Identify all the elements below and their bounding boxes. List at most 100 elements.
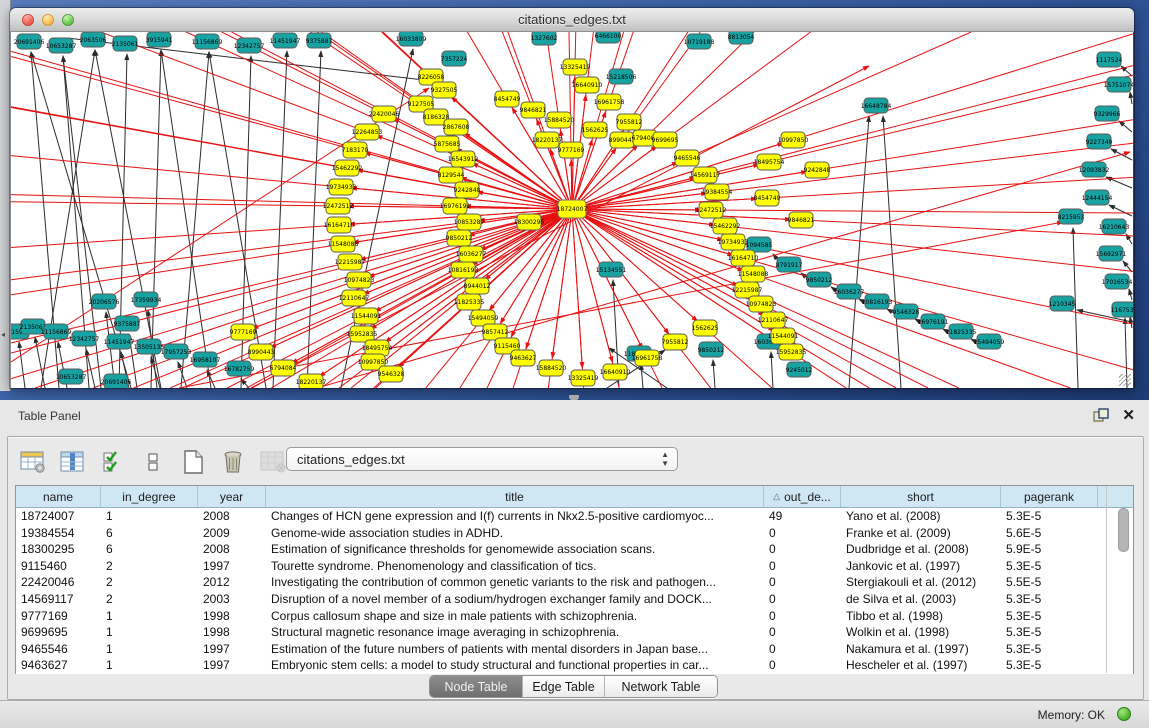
network-node[interactable]: 8813054 (728, 32, 755, 44)
row-height-button[interactable] (138, 447, 168, 477)
table-row[interactable]: 1872400712008Changes of HCN gene express… (16, 508, 1133, 525)
float-window-icon[interactable] (1093, 408, 1109, 422)
network-node[interactable]: 11156869 (41, 324, 72, 339)
network-node[interactable]: 10974823 (746, 296, 777, 312)
network-node[interactable]: 13325419 (560, 59, 591, 75)
table-row[interactable]: 1938455462009Genome-wide association stu… (16, 525, 1133, 542)
network-node[interactable]: 5875685 (434, 136, 461, 152)
citation-network-graph[interactable]: 2069140610653287206350621350613915941111… (11, 32, 1133, 388)
network-node[interactable]: 12444154 (1082, 190, 1113, 205)
network-node[interactable]: 18495754 (754, 154, 785, 170)
column-header-out_de[interactable]: △out_de... (764, 486, 841, 507)
network-node[interactable]: 16640910 (572, 77, 603, 93)
network-node[interactable]: 1327602 (531, 32, 558, 45)
network-node[interactable]: 8129544 (438, 167, 465, 183)
network-node[interactable]: 9245012 (786, 362, 813, 377)
network-node[interactable]: 8990443 (248, 344, 275, 360)
network-node[interactable]: 12472512 (323, 198, 354, 214)
new-table-button[interactable] (178, 447, 208, 477)
network-node[interactable]: 15692971 (1096, 246, 1127, 261)
resize-grip[interactable] (1119, 374, 1131, 386)
network-node[interactable]: 8944012 (464, 278, 491, 294)
network-node[interactable]: 8215953 (1058, 209, 1085, 224)
network-node[interactable]: 9327505 (431, 82, 458, 98)
network-node[interactable]: 9777169 (230, 324, 257, 340)
network-node[interactable]: 16640910 (600, 364, 631, 380)
network-node[interactable]: 1562625 (692, 320, 719, 336)
network-node[interactable]: 9375887 (114, 316, 141, 331)
network-node[interactable]: 10816193 (448, 262, 479, 278)
network-node[interactable]: 3915941 (146, 32, 173, 47)
network-node[interactable]: 16976191 (918, 314, 949, 329)
network-node[interactable]: 9375887 (306, 33, 333, 48)
network-node[interactable]: 6794084 (270, 360, 297, 376)
network-node[interactable]: 18220137 (296, 374, 327, 388)
network-node[interactable]: 14569117 (690, 167, 721, 183)
network-node[interactable]: 15884520 (536, 360, 567, 376)
show-columns-button[interactable] (58, 447, 88, 477)
table-row[interactable]: 2242004622012Investigating the contribut… (16, 574, 1133, 591)
network-node[interactable]: 10719188 (684, 34, 715, 49)
network-node[interactable]: 15751074 (1104, 77, 1133, 92)
table-row[interactable]: 946362711997Embryonic stem cells: a mode… (16, 657, 1133, 674)
network-node[interactable]: 11548088 (328, 236, 359, 252)
network-node[interactable]: 18220137 (532, 132, 563, 148)
network-node[interactable]: 12093832 (1079, 162, 1110, 177)
column-header-name[interactable]: name (16, 486, 101, 507)
network-node[interactable]: 22420046 (369, 106, 400, 122)
window-titlebar[interactable]: citations_edges.txt (10, 8, 1134, 32)
network-node[interactable]: 18300295 (514, 214, 545, 230)
network-node[interactable]: 12110647 (339, 290, 370, 306)
network-node[interactable]: 16164710 (728, 250, 759, 266)
network-node[interactable]: 8454749 (494, 91, 521, 107)
network-node[interactable]: 15952835 (776, 344, 807, 360)
column-header-title[interactable]: title (266, 486, 764, 507)
network-node[interactable]: 1117524 (1096, 52, 1123, 67)
network-node[interactable]: 16782759 (224, 361, 255, 376)
network-node[interactable]: 11544091 (768, 328, 799, 344)
tab-node-table[interactable]: Node Table (430, 676, 522, 697)
network-node[interactable]: 13325419 (568, 370, 599, 386)
network-node[interactable]: 17016534 (1102, 274, 1133, 289)
network-node[interactable]: 11548088 (738, 266, 769, 282)
network-node[interactable]: 19734933 (718, 234, 749, 250)
table-row[interactable]: 946554611997Estimation of the future num… (16, 641, 1133, 658)
network-node[interactable]: 2867608 (443, 119, 470, 135)
network-node[interactable]: 9227349 (1086, 134, 1113, 149)
network-node[interactable]: 7183170 (342, 142, 369, 158)
tab-edge-table[interactable]: Edge Table (522, 676, 604, 697)
network-node[interactable]: 16543912 (448, 151, 479, 167)
delete-table-button[interactable] (218, 447, 248, 477)
tab-network-table[interactable]: Network Table (604, 676, 717, 697)
network-node[interactable]: 9850212 (806, 272, 833, 287)
network-node[interactable]: 11156869 (192, 34, 223, 49)
network-node[interactable]: 12472512 (696, 202, 727, 218)
column-header-year[interactable]: year (198, 486, 266, 507)
column-header-short[interactable]: short (841, 486, 1001, 507)
network-node[interactable]: 17359934 (131, 292, 162, 307)
network-node[interactable]: 8791917 (776, 257, 803, 272)
network-node[interactable]: 9850212 (698, 342, 725, 357)
column-header-pagerank[interactable]: pagerank (1001, 486, 1098, 507)
network-node[interactable]: 10974823 (344, 272, 375, 288)
network-node[interactable]: 2135061 (112, 36, 139, 51)
network-node[interactable]: 20691406 (14, 34, 45, 49)
network-node[interactable]: 16033809 (396, 32, 427, 46)
network-node[interactable]: 17957253 (161, 344, 192, 359)
network-node[interactable]: 12110647 (758, 312, 789, 328)
network-node[interactable]: 20206576 (89, 294, 120, 309)
network-node[interactable]: 9850212 (446, 230, 473, 246)
network-node[interactable]: 9329966 (1094, 106, 1121, 121)
network-node[interactable]: 7955812 (662, 334, 689, 350)
network-node[interactable]: 16958107 (190, 352, 221, 367)
network-node[interactable]: 15494059 (974, 334, 1005, 349)
table-scrollbar[interactable] (1118, 508, 1129, 668)
network-node[interactable]: 16976191 (440, 198, 471, 214)
network-node[interactable]: 11544091 (351, 308, 382, 324)
table-row[interactable]: 969969511998Structural magnetic resonanc… (16, 624, 1133, 641)
close-panel-icon[interactable]: ✕ (1122, 406, 1135, 424)
table-row[interactable]: 1830029562008Estimation of significance … (16, 541, 1133, 558)
network-node[interactable]: 16648784 (861, 98, 892, 113)
network-node[interactable]: 9242848 (804, 162, 831, 178)
network-node[interactable]: 8454749 (754, 190, 781, 206)
